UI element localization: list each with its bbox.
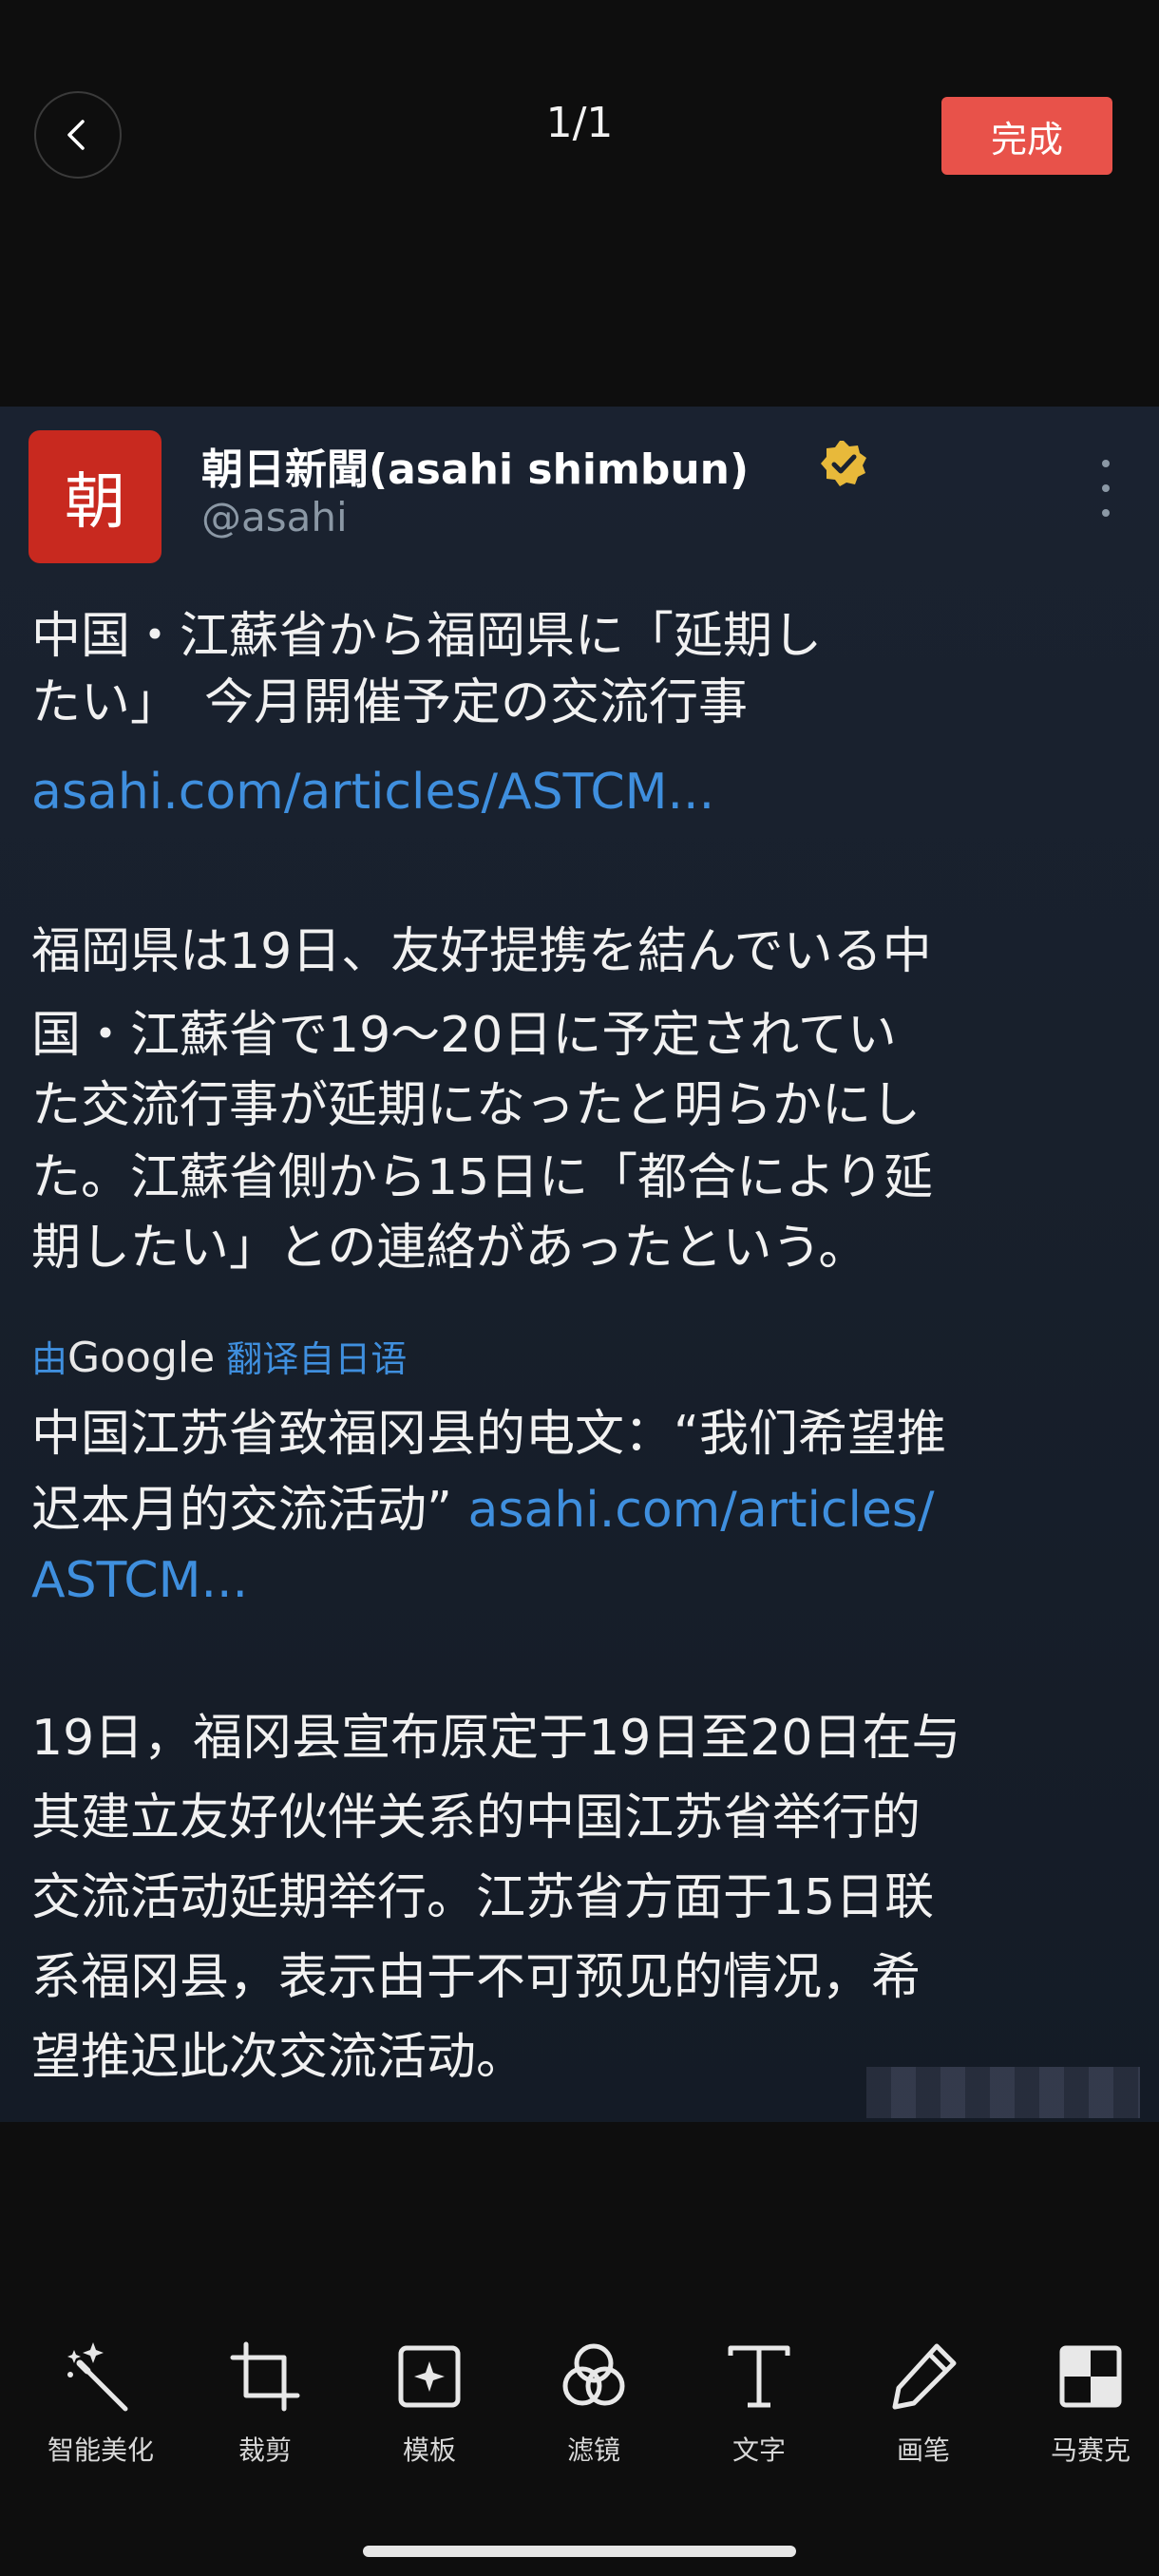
translated-headline-line: 中国江苏省致福冈县的电文：“我们希望推: [31, 1406, 946, 1463]
account-name: 朝日新聞(asahi shimbun): [201, 445, 750, 494]
account-handle: @asahi: [201, 494, 348, 540]
tool-filter[interactable]: 滤镜: [518, 2339, 670, 2468]
filter-icon: [562, 2343, 625, 2406]
tool-mosaic[interactable]: 马赛克: [1015, 2339, 1159, 2468]
headline-line: たい」 今月開催予定の交流行事: [31, 674, 749, 731]
translate-suffix: 翻译自日语: [215, 1338, 408, 1380]
body-zh-line: 交流活动延期举行。江苏省方面于15日联: [31, 1869, 935, 1926]
tool-label: 裁剪: [238, 2434, 292, 2466]
blurred-watermark: [866, 2067, 1140, 2118]
magic-wand-icon: [67, 2342, 128, 2412]
tool-label: 马赛克: [1050, 2434, 1130, 2466]
headline-link: asahi.com/articles/ASTCM...: [31, 764, 715, 821]
pen-icon: [892, 2343, 957, 2410]
avatar: 朝: [28, 430, 162, 563]
body-zh-line: 系福冈县，表示由于不可预见的情况，希: [31, 1949, 922, 2006]
tool-pen[interactable]: 画笔: [847, 2339, 999, 2468]
tool-template[interactable]: 模板: [353, 2339, 505, 2468]
body-ja-line: た。江蘇省側から15日に「都合により延: [31, 1149, 934, 1206]
translate-prefix: 由: [31, 1338, 68, 1380]
text-icon: [728, 2345, 790, 2408]
translated-headline-line: 迟本月的交流活动” asahi.com/articles/: [31, 1470, 1133, 1550]
body-ja-line: 国・江蘇省で19～20日に予定されてい: [31, 1007, 897, 1064]
tool-smart-beautify[interactable]: 智能美化: [25, 2339, 177, 2468]
tool-label: 滤镜: [566, 2434, 620, 2466]
screenshot-image[interactable]: 朝 朝日新聞(asahi shimbun) @asahi 中国・江蘇省から福岡県…: [0, 407, 1159, 2122]
body-ja-line: 期したい」との連絡があったという。: [31, 1220, 868, 1277]
crop-icon: [230, 2341, 300, 2412]
body-ja-line: た交流行事が延期になったと明らかにし: [31, 1077, 922, 1134]
body-ja-line: 福岡県は19日、友好提携を結んでいる中: [31, 923, 932, 980]
tool-label: 文字: [732, 2434, 786, 2466]
tool-text[interactable]: 文字: [683, 2339, 835, 2468]
tool-label: 智能美化: [47, 2434, 154, 2466]
tool-label: 模板: [402, 2434, 456, 2466]
verified-badge-icon: [821, 441, 866, 486]
translated-link-continued: ASTCM...: [31, 1552, 249, 1609]
tool-crop[interactable]: 裁剪: [189, 2339, 341, 2468]
tool-label: 画笔: [896, 2434, 950, 2466]
mosaic-icon: [1059, 2345, 1122, 2408]
body-zh-line: 其建立友好伙伴关系的中国江苏省举行的: [31, 1790, 922, 1847]
body-zh-line: 19日，福冈县宣布原定于19日至20日在与: [31, 1710, 961, 1767]
template-icon: [398, 2345, 461, 2408]
google-logo: Google: [67, 1334, 216, 1382]
done-button[interactable]: 完成: [941, 97, 1112, 175]
home-indicator[interactable]: [363, 2546, 796, 2557]
translated-headline-text: 迟本月的交流活动”: [31, 1482, 452, 1539]
more-options-icon: [1094, 460, 1117, 517]
translated-link: asahi.com/articles/: [467, 1482, 935, 1539]
translate-attribution: 由Google 翻译自日语: [31, 1330, 407, 1382]
